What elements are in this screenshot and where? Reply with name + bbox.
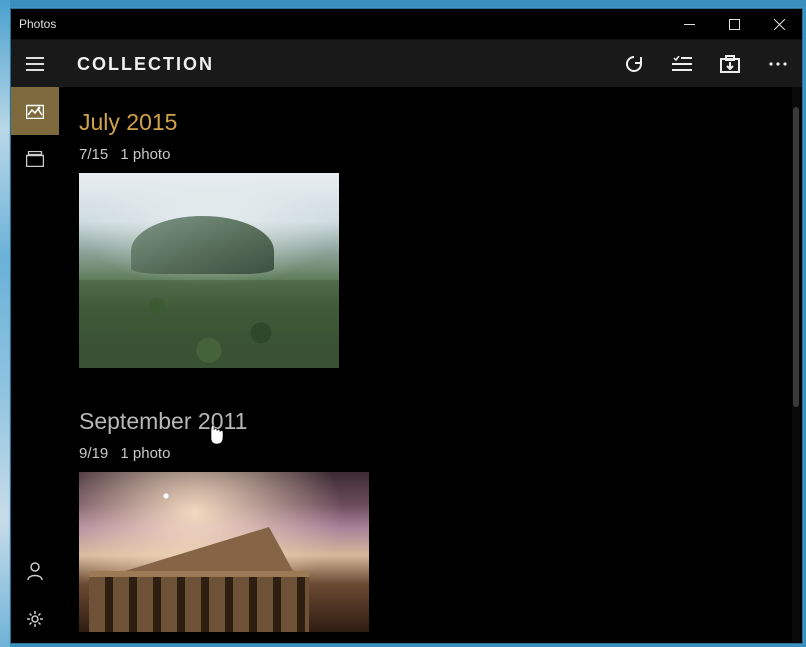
nav-settings[interactable] xyxy=(11,595,59,643)
select-list-icon xyxy=(672,56,692,72)
window-title: Photos xyxy=(19,17,56,31)
hamburger-icon xyxy=(26,57,44,71)
photo-thumbnail[interactable] xyxy=(79,472,369,632)
desktop-background-strip xyxy=(0,0,10,647)
collection-icon xyxy=(26,103,44,119)
photo-thumbnail[interactable] xyxy=(79,173,339,368)
page-title: COLLECTION xyxy=(77,54,214,75)
person-icon xyxy=(27,562,43,580)
day-date: 9/19 xyxy=(79,445,108,462)
nav-albums[interactable] xyxy=(11,135,59,183)
sidebar xyxy=(11,87,59,643)
import-button[interactable] xyxy=(706,40,754,88)
month-heading[interactable]: July 2015 xyxy=(79,109,770,136)
command-bar: COLLECTION xyxy=(11,40,802,88)
day-count: 1 photo xyxy=(120,146,170,163)
minimize-button[interactable] xyxy=(667,9,712,39)
select-button[interactable] xyxy=(658,40,706,88)
maximize-button[interactable] xyxy=(712,9,757,39)
photos-app-window: Photos COLLECTION xyxy=(10,8,803,644)
close-icon xyxy=(774,19,785,30)
nav-collection[interactable] xyxy=(11,87,59,135)
close-button[interactable] xyxy=(757,9,802,39)
maximize-icon xyxy=(729,19,740,30)
titlebar: Photos xyxy=(11,9,802,40)
refresh-button[interactable] xyxy=(610,40,658,88)
day-date: 7/15 xyxy=(79,146,108,163)
minimize-icon xyxy=(684,19,695,30)
day-count: 1 photo xyxy=(120,445,170,462)
scrollbar-thumb[interactable] xyxy=(793,107,799,407)
gear-icon xyxy=(26,610,44,628)
scrollbar[interactable] xyxy=(792,87,800,643)
albums-icon xyxy=(26,151,44,167)
nav-sign-in[interactable] xyxy=(11,547,59,595)
hamburger-button[interactable] xyxy=(11,40,59,88)
more-icon xyxy=(769,62,787,66)
month-heading[interactable]: September 2011 xyxy=(79,408,770,435)
day-row: 7/15 1 photo xyxy=(79,146,770,163)
import-icon xyxy=(720,55,740,73)
day-row: 9/19 1 photo xyxy=(79,445,770,462)
refresh-icon xyxy=(624,54,644,74)
more-button[interactable] xyxy=(754,40,802,88)
content-area: July 2015 7/15 1 photo September 2011 9/… xyxy=(59,87,802,643)
